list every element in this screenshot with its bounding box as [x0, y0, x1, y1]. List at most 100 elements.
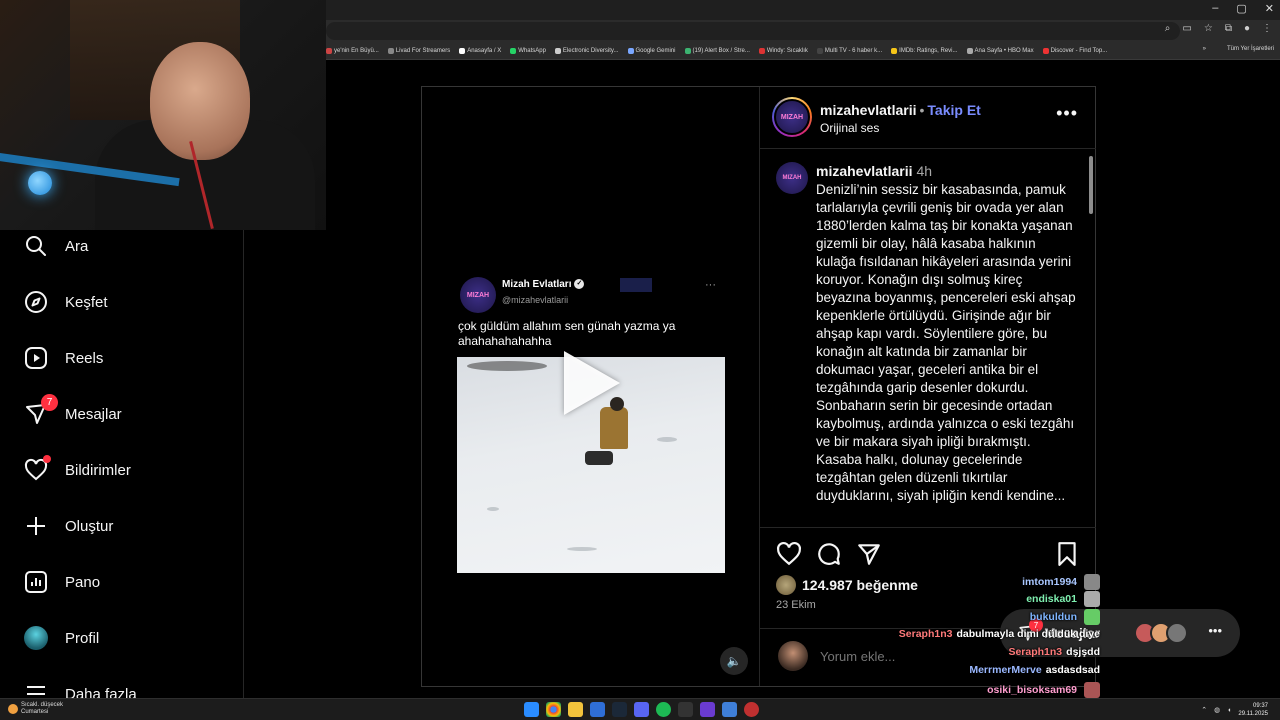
sidebar-item-label: Profil: [65, 629, 100, 647]
bookmark-item[interactable]: Anasayfa / X: [459, 47, 501, 54]
address-row: ⌕ ▭ ☆ ⧉ ● ⋮: [326, 20, 1280, 42]
app-icon[interactable]: [700, 702, 715, 717]
app-icon[interactable]: [590, 702, 605, 717]
zoom-icon[interactable]: ⌕: [1165, 23, 1171, 34]
volume-tray-icon[interactable]: ◖: [1227, 707, 1231, 714]
app-icon[interactable]: [722, 702, 737, 717]
discord-icon[interactable]: [634, 702, 649, 717]
verified-icon: ✓: [574, 279, 585, 290]
sidebar-item-reels[interactable]: Reels: [24, 346, 103, 370]
sidebar-item-explore[interactable]: Keşfet: [24, 290, 108, 314]
bookmark-label: Multi TV - 6 haber k...: [824, 47, 883, 54]
sidebar-item-create[interactable]: Oluştur: [24, 514, 113, 538]
bookmarks-bar: ye'nin En Büyü... Livad For Streamers Anas…: [326, 42, 1280, 60]
bookmark-favicon-icon: [459, 47, 466, 54]
play-icon[interactable]: [564, 351, 620, 415]
app-icon[interactable]: [678, 702, 693, 717]
bookmark-favicon-icon: [816, 47, 823, 54]
bookmark-item[interactable]: Windy: Sıcaklık: [758, 47, 808, 54]
sidebar-item-search[interactable]: Ara: [24, 234, 88, 258]
chat-emote-icon: [1084, 609, 1100, 625]
kebab-menu-icon[interactable]: ⋮: [1262, 23, 1272, 34]
bookmark-label: ye'nin En Büyü...: [334, 47, 379, 54]
sidebar-item-label: Reels: [65, 349, 104, 367]
bookmark-item[interactable]: ye'nin En Büyü...: [326, 47, 379, 54]
all-bookmarks-button[interactable]: Tüm Yer İşaretleri: [1227, 46, 1274, 52]
follow-button[interactable]: Takip Et: [927, 102, 980, 118]
maximize-button[interactable]: ▢: [1236, 2, 1246, 15]
sidebar-item-label: Keşfet: [65, 293, 108, 311]
messages-bar-more-icon[interactable]: •••: [1208, 623, 1222, 638]
close-button[interactable]: ✕: [1265, 2, 1274, 15]
steam-icon[interactable]: [612, 702, 627, 717]
clock[interactable]: 09:37 29.11.2025: [1238, 702, 1268, 718]
sidebar-item-profile[interactable]: Profil: [24, 626, 99, 650]
windows-start-icon[interactable]: [524, 702, 539, 717]
commenter-avatar: [778, 641, 808, 671]
bookmark-item[interactable]: Livad For Streamers: [387, 47, 450, 54]
likes-count[interactable]: 124.987 beğenme: [776, 575, 918, 595]
sidebar-item-notifications[interactable]: Bildirimler: [24, 455, 131, 482]
address-bar[interactable]: [326, 22, 1180, 40]
scrollbar-thumb[interactable]: [1089, 156, 1093, 214]
bookmark-item[interactable]: Multi TV - 6 haber k...: [816, 47, 883, 54]
post-date: 23 Ekim: [776, 599, 816, 611]
video-scene-detail: [567, 547, 597, 551]
caption-avatar[interactable]: MIZAH: [776, 162, 808, 194]
bookmark-item[interactable]: IMDb: Ratings, Revi...: [891, 47, 958, 54]
weather-line1: Sıcakl. düşecek: [21, 702, 64, 708]
tweet-more-icon: ···: [705, 279, 716, 291]
sidebar-item-dashboard[interactable]: Pano: [24, 570, 100, 594]
video-scene-detail: [487, 507, 499, 511]
chat-message: osiki_bisoksam69: [987, 682, 1100, 698]
profile-icon[interactable]: ●: [1244, 23, 1250, 34]
bookmark-item[interactable]: Ana Sayfa • HBO Max: [966, 47, 1034, 54]
liker-avatar: [776, 575, 796, 595]
more-options-icon[interactable]: •••: [1056, 103, 1078, 124]
bookmark-favicon-icon: [1042, 47, 1049, 54]
like-heart-icon[interactable]: [776, 541, 802, 567]
bookmarks-overflow-icon[interactable]: »: [1203, 46, 1206, 52]
bookmark-item[interactable]: Discover - Find Top...: [1042, 47, 1107, 54]
webcam-microphone: [28, 171, 52, 195]
spotify-icon[interactable]: [656, 702, 671, 717]
avatar: [1166, 622, 1188, 644]
bookmark-label: Ana Sayfa • HBO Max: [974, 47, 1034, 54]
post-media[interactable]: MIZAH Mizah Evlatları ✓ @mizahevlatlarii …: [422, 87, 760, 686]
file-explorer-icon[interactable]: [568, 702, 583, 717]
sidebar-item-messages[interactable]: 7 Mesajlar: [24, 394, 122, 426]
bookmark-icon[interactable]: [1054, 541, 1080, 567]
star-icon[interactable]: ☆: [1204, 23, 1213, 34]
bookmark-item[interactable]: (19) Alert Box / Stre...: [684, 47, 750, 54]
chat-username: endiska01: [1026, 593, 1077, 605]
minimize-button[interactable]: –: [1212, 2, 1218, 15]
webcam-overlay: [0, 0, 326, 230]
bookmark-label: IMDb: Ratings, Revi...: [899, 47, 958, 54]
chat-username: imtom1994: [1022, 576, 1077, 588]
comment-input[interactable]: [820, 649, 1020, 664]
bookmark-item[interactable]: Google Gemini: [627, 47, 676, 54]
network-icon[interactable]: ◍: [1214, 706, 1220, 714]
tray-chevron-icon[interactable]: ⌃: [1201, 706, 1207, 714]
bookmark-item[interactable]: Electronic Diversity...: [554, 47, 619, 54]
original-audio-link[interactable]: Orijinal ses: [820, 121, 879, 135]
comment-icon[interactable]: [816, 541, 842, 567]
author-avatar[interactable]: MIZAH: [772, 97, 812, 137]
bookmark-favicon-icon: [891, 47, 898, 54]
chrome-icon[interactable]: [546, 702, 561, 717]
obs-icon[interactable]: [744, 702, 759, 717]
chat-username: bukuldun: [1029, 611, 1077, 623]
extensions-icon[interactable]: ⧉: [1225, 23, 1232, 34]
caption-username[interactable]: mizahevlatlarii: [816, 163, 913, 179]
weather-widget[interactable]: Sıcakl. düşecek Cumartesi: [8, 702, 63, 716]
video-person-legs: [585, 451, 613, 465]
caption-scrollbar[interactable]: [1088, 152, 1094, 526]
chat-username: Seraph1n3: [898, 628, 953, 640]
cast-icon[interactable]: ▭: [1182, 23, 1191, 34]
author-username[interactable]: mizahevlatlarii: [820, 102, 917, 118]
volume-icon[interactable]: 🔈: [720, 647, 748, 675]
share-icon[interactable]: [856, 541, 882, 567]
chat-message: endiska01: [1026, 591, 1100, 607]
chat-text: asdasdsad: [1045, 664, 1100, 676]
bookmark-item[interactable]: WhatsApp: [510, 47, 546, 54]
